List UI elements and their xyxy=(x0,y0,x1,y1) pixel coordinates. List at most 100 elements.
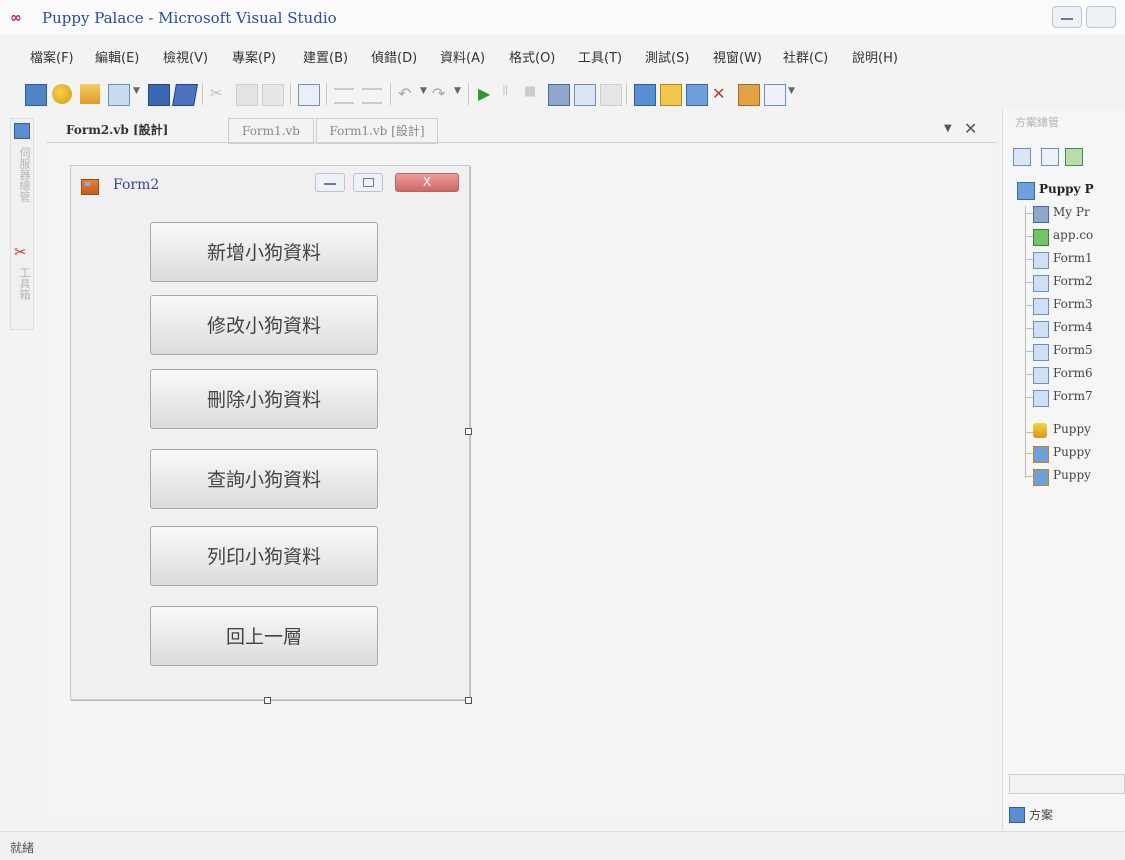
document-tabs: Form2.vb [設計] Form1.vb Form1.vb [設計] xyxy=(46,116,996,144)
tree-item-puppy-dataset[interactable]: Puppy xyxy=(1053,445,1091,459)
menu-help[interactable]: 說明(H) xyxy=(852,47,898,66)
undo-icon[interactable]: ↶ xyxy=(398,84,418,104)
menu-tools[interactable]: 工具(T) xyxy=(578,47,622,66)
form2-caption-bar: Form2 X xyxy=(71,166,469,206)
save-all-icon[interactable] xyxy=(172,84,198,106)
form-maximize-button[interactable] xyxy=(353,173,383,192)
horizontal-scrollbar[interactable] xyxy=(1009,774,1125,794)
tab-form1-vb[interactable]: Form1.vb xyxy=(228,118,314,144)
start-debug-icon[interactable]: ▶ xyxy=(478,84,498,104)
tree-item-puppy-db[interactable]: Puppy xyxy=(1053,422,1091,436)
form-file-icon xyxy=(1033,344,1049,361)
tab-form1-design[interactable]: Form1.vb [設計] xyxy=(316,118,438,144)
form2-window[interactable]: Form2 X 新增小狗資料 修改小狗資料 刪除小狗資料 查詢小狗資料 列印小狗… xyxy=(70,165,470,700)
new-item-icon[interactable] xyxy=(52,84,72,104)
menu-data[interactable]: 資料(A) xyxy=(440,47,485,66)
solution-explorer-icon xyxy=(1009,807,1025,823)
project-node[interactable]: Puppy P xyxy=(1039,182,1094,196)
server-explorer-label[interactable]: 伺服器總管 xyxy=(16,147,32,202)
form-close-button[interactable]: X xyxy=(395,173,459,192)
delete-puppy-button[interactable]: 刪除小狗資料 xyxy=(150,369,378,429)
menu-bar: 檔案(F) 編輯(E) 檢視(V) 專案(P) 建置(B) 偵錯(D) 資料(A… xyxy=(0,38,1125,68)
copy-icon[interactable] xyxy=(236,84,258,106)
left-dock-panel: 伺服器總管 ✂ 工具箱 xyxy=(10,118,34,330)
solution-explorer-toolbar xyxy=(1013,146,1123,168)
form-icon xyxy=(81,179,99,195)
cut-icon[interactable]: ✂ xyxy=(210,84,230,104)
menu-debug[interactable]: 偵錯(D) xyxy=(371,47,417,66)
show-all-files-icon[interactable] xyxy=(1041,148,1059,166)
toolbox-icon[interactable] xyxy=(548,84,570,106)
start-page-icon[interactable] xyxy=(686,84,708,106)
class-view-icon[interactable] xyxy=(660,84,682,106)
menu-project[interactable]: 專案(P) xyxy=(232,47,276,66)
extensions-icon[interactable] xyxy=(738,84,760,106)
toolbox-label[interactable]: 工具箱 xyxy=(16,267,32,300)
open-file-icon[interactable] xyxy=(80,84,100,104)
form-file-icon xyxy=(1033,298,1049,315)
resize-handle-bottom[interactable] xyxy=(264,697,271,704)
menu-test[interactable]: 測試(S) xyxy=(645,47,689,66)
title-bar: ∞ Puppy Palace - Microsoft Visual Studio xyxy=(0,0,1125,34)
uncomment-icon[interactable] xyxy=(362,88,382,104)
comment-icon[interactable] xyxy=(334,88,354,104)
tree-item-my-project[interactable]: My Pr xyxy=(1053,205,1090,219)
close-tab-icon[interactable]: ✕ xyxy=(964,119,977,138)
properties-icon[interactable] xyxy=(574,84,596,106)
window-title: Puppy Palace - Microsoft Visual Studio xyxy=(42,9,337,27)
refresh-icon[interactable] xyxy=(1065,148,1083,166)
form-file-icon xyxy=(1033,252,1049,269)
back-button[interactable]: 回上一層 xyxy=(150,606,378,666)
server-explorer-icon[interactable] xyxy=(14,123,30,139)
tree-item-form4[interactable]: Form4 xyxy=(1053,320,1093,334)
add-project-icon[interactable] xyxy=(25,84,47,106)
dropdown-arrow-icon[interactable]: ▼ xyxy=(133,86,140,96)
redo-icon[interactable]: ↷ xyxy=(432,84,452,104)
menu-file[interactable]: 檔案(F) xyxy=(30,47,74,66)
solution-explorer-icon[interactable] xyxy=(634,84,656,106)
object-browser-icon[interactable] xyxy=(600,84,622,106)
tab-dropdown-icon[interactable]: ▼ xyxy=(944,123,952,134)
resize-handle-corner[interactable] xyxy=(465,697,472,704)
tab-form2-design[interactable]: Form2.vb [設計] xyxy=(66,118,226,142)
tree-item-form1[interactable]: Form1 xyxy=(1053,251,1093,265)
tree-item-puppy-dataset-2[interactable]: Puppy xyxy=(1053,468,1091,482)
menu-format[interactable]: 格式(O) xyxy=(509,47,555,66)
tree-item-form5[interactable]: Form5 xyxy=(1053,343,1093,357)
window-icon[interactable] xyxy=(764,84,786,106)
add-item-icon[interactable] xyxy=(108,84,130,106)
tree-item-app-config[interactable]: app.co xyxy=(1053,228,1093,242)
tree-item-form2[interactable]: Form2 xyxy=(1053,274,1093,288)
minimize-button[interactable] xyxy=(1052,6,1082,28)
query-puppy-button[interactable]: 查詢小狗資料 xyxy=(150,449,378,509)
menu-community[interactable]: 社群(C) xyxy=(783,47,828,66)
properties-icon[interactable] xyxy=(1013,148,1031,166)
tree-item-form7[interactable]: Form7 xyxy=(1053,389,1093,403)
database-icon xyxy=(1033,423,1047,438)
toolbox-icon[interactable]: ✂ xyxy=(14,243,27,261)
menu-window[interactable]: 視窗(W) xyxy=(713,47,762,66)
tab-solution-explorer[interactable]: 方案 xyxy=(1009,804,1079,826)
form-minimize-button[interactable] xyxy=(315,173,345,192)
form-file-icon xyxy=(1033,367,1049,384)
form-file-icon xyxy=(1033,275,1049,292)
find-icon[interactable] xyxy=(298,84,320,106)
edit-puppy-button[interactable]: 修改小狗資料 xyxy=(150,295,378,355)
menu-build[interactable]: 建置(B) xyxy=(303,47,348,66)
stop-icon[interactable]: ■ xyxy=(524,84,544,104)
tools-icon[interactable]: ✕ xyxy=(712,84,732,104)
tree-item-form3[interactable]: Form3 xyxy=(1053,297,1093,311)
solution-explorer-title: 方案總管 xyxy=(1015,116,1059,129)
menu-view[interactable]: 檢視(V) xyxy=(163,47,208,66)
save-icon[interactable] xyxy=(148,84,170,106)
add-puppy-button[interactable]: 新增小狗資料 xyxy=(150,222,378,282)
resize-handle-right[interactable] xyxy=(465,428,472,435)
pause-icon[interactable]: Ⅱ xyxy=(502,84,522,104)
print-puppy-button[interactable]: 列印小狗資料 xyxy=(150,526,378,586)
solution-tab-label: 方案 xyxy=(1029,808,1054,822)
menu-edit[interactable]: 編輯(E) xyxy=(95,47,139,66)
paste-icon[interactable] xyxy=(262,84,284,106)
tree-item-form6[interactable]: Form6 xyxy=(1053,366,1093,380)
standard-toolbar: ▼ ✂ ↶ ▼ ↷ ▼ ▶ Ⅱ ■ ✕ ▼ xyxy=(0,78,1125,110)
maximize-button[interactable] xyxy=(1086,6,1116,28)
